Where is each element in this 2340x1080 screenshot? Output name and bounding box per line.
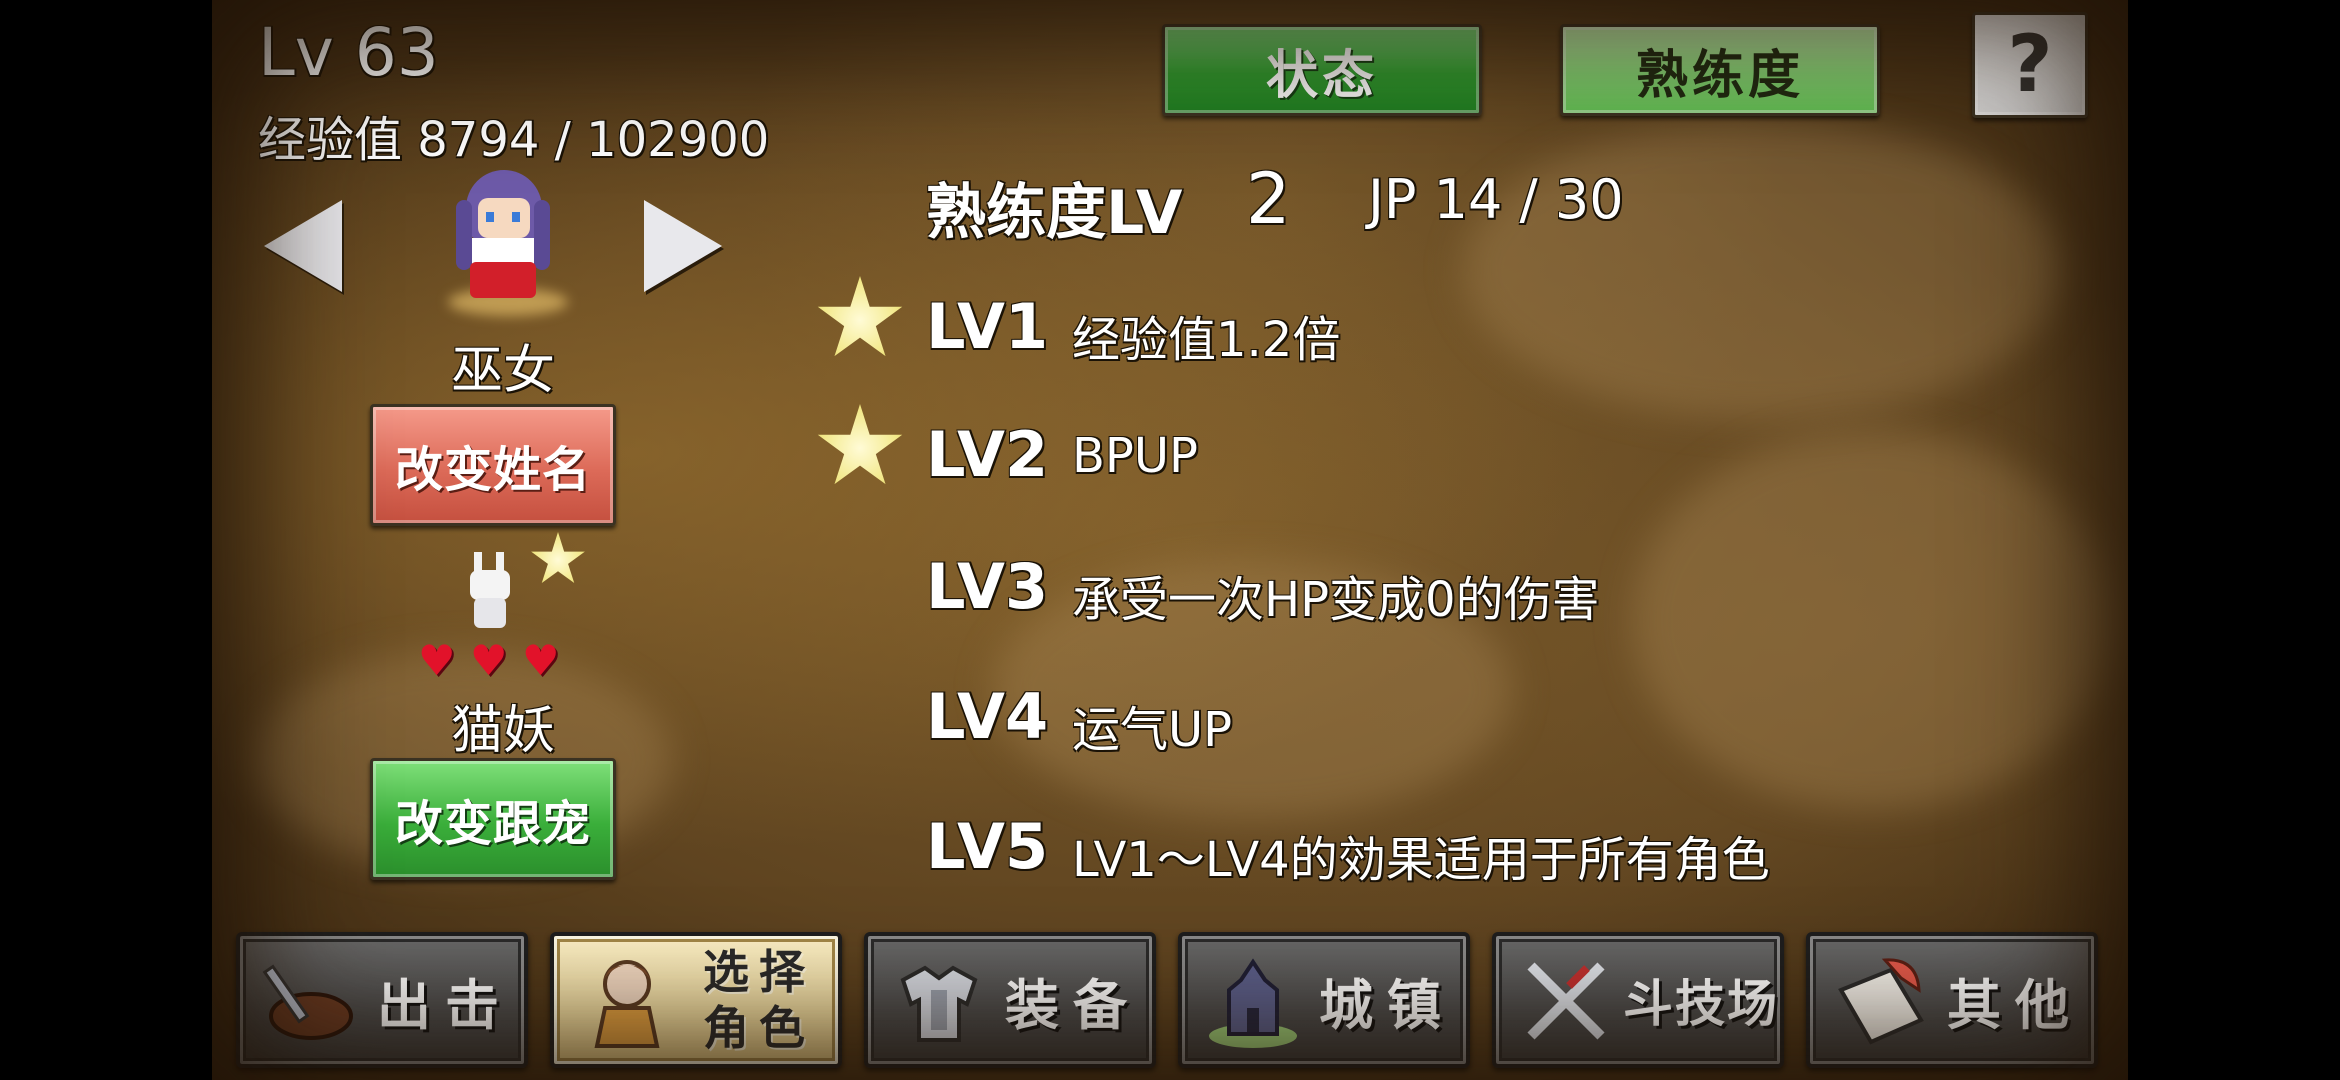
- proficiency-row-label-lv1: LV1: [926, 290, 1049, 363]
- help-button[interactable]: ?: [1972, 12, 2088, 118]
- help-icon: ?: [2007, 20, 2053, 110]
- proficiency-row-label-lv2: LV2: [926, 418, 1049, 491]
- pet-sprite: [466, 552, 516, 632]
- proficiency-jp: JP 14 / 30: [1368, 168, 1624, 231]
- tab-status[interactable]: 状态: [1162, 24, 1482, 116]
- nav-select-label-1: 选择: [703, 945, 815, 999]
- tab-proficiency-label: 熟练度: [1635, 45, 1804, 106]
- proficiency-row-effect-lv4: 运气UP: [1072, 702, 1233, 758]
- proficiency-row-effect-lv3: 承受一次HP变成0的伤害: [1072, 572, 1600, 628]
- sortie-icon: [256, 945, 366, 1055]
- rename-button[interactable]: 改变姓名: [370, 404, 616, 526]
- game-screen: Lv 63 经验值 8794 / 102900 状态 熟练度 ? 巫女 改变姓名…: [212, 0, 2128, 1080]
- proficiency-level: 2: [1246, 158, 1291, 240]
- proficiency-row-effect-lv2: BPUP: [1072, 428, 1198, 484]
- change-pet-button[interactable]: 改变跟宠: [370, 758, 616, 880]
- player-level: Lv 63: [258, 14, 439, 91]
- proficiency-row-effect-lv5: LV1～LV4的効果适用于所有角色: [1072, 832, 1770, 888]
- castle-icon: [1198, 945, 1308, 1055]
- nav-other[interactable]: 其他: [1806, 932, 2098, 1068]
- proficiency-header: 熟练度LV: [926, 178, 1183, 248]
- proficiency-row-label-lv3: LV3: [926, 550, 1049, 623]
- player-exp: 经验值 8794 / 102900: [258, 112, 770, 168]
- right-arrow-icon[interactable]: [644, 200, 722, 292]
- nav-town-label: 城镇: [1319, 973, 1455, 1037]
- pet-star-icon: [531, 532, 585, 583]
- rename-button-label: 改变姓名: [394, 442, 591, 498]
- nav-sortie[interactable]: 出击: [236, 932, 528, 1068]
- character-sprite: [448, 170, 568, 320]
- nav-select-character[interactable]: 选择 角色: [550, 932, 842, 1068]
- nav-other-label: 其他: [1947, 973, 2083, 1037]
- nav-arena[interactable]: 斗技场: [1492, 932, 1784, 1068]
- tab-proficiency[interactable]: 熟练度: [1560, 24, 1880, 116]
- nav-equip-label: 装备: [1005, 973, 1141, 1037]
- pet-name: 猫妖: [450, 701, 555, 761]
- tab-status-label: 状态: [1265, 45, 1378, 106]
- swords-icon: [1512, 945, 1622, 1055]
- pet-heart-icon-3: ♥: [522, 636, 560, 685]
- left-arrow-icon[interactable]: [264, 200, 342, 292]
- armor-icon: [884, 945, 994, 1055]
- scroll-quill-icon: [1826, 945, 1936, 1055]
- select-character-icon: [570, 945, 680, 1055]
- star-icon-lv2: [817, 404, 903, 485]
- nav-town[interactable]: 城镇: [1178, 932, 1470, 1068]
- proficiency-row-label-lv4: LV4: [926, 680, 1049, 753]
- nav-select-label-2: 角色: [703, 1001, 815, 1055]
- star-icon-lv1: [817, 276, 903, 357]
- nav-arena-label: 斗技场: [1623, 975, 1779, 1033]
- proficiency-row-effect-lv1: 经验值1.2倍: [1072, 312, 1341, 368]
- change-pet-button-label: 改变跟宠: [394, 796, 591, 852]
- nav-sortie-label: 出击: [377, 973, 513, 1037]
- proficiency-row-label-lv5: LV5: [926, 810, 1049, 883]
- nav-equip[interactable]: 装备: [864, 932, 1156, 1068]
- character-job: 巫女: [450, 341, 555, 401]
- pet-heart-icon-2: ♥: [470, 636, 508, 685]
- pet-heart-icon-1: ♥: [418, 636, 456, 685]
